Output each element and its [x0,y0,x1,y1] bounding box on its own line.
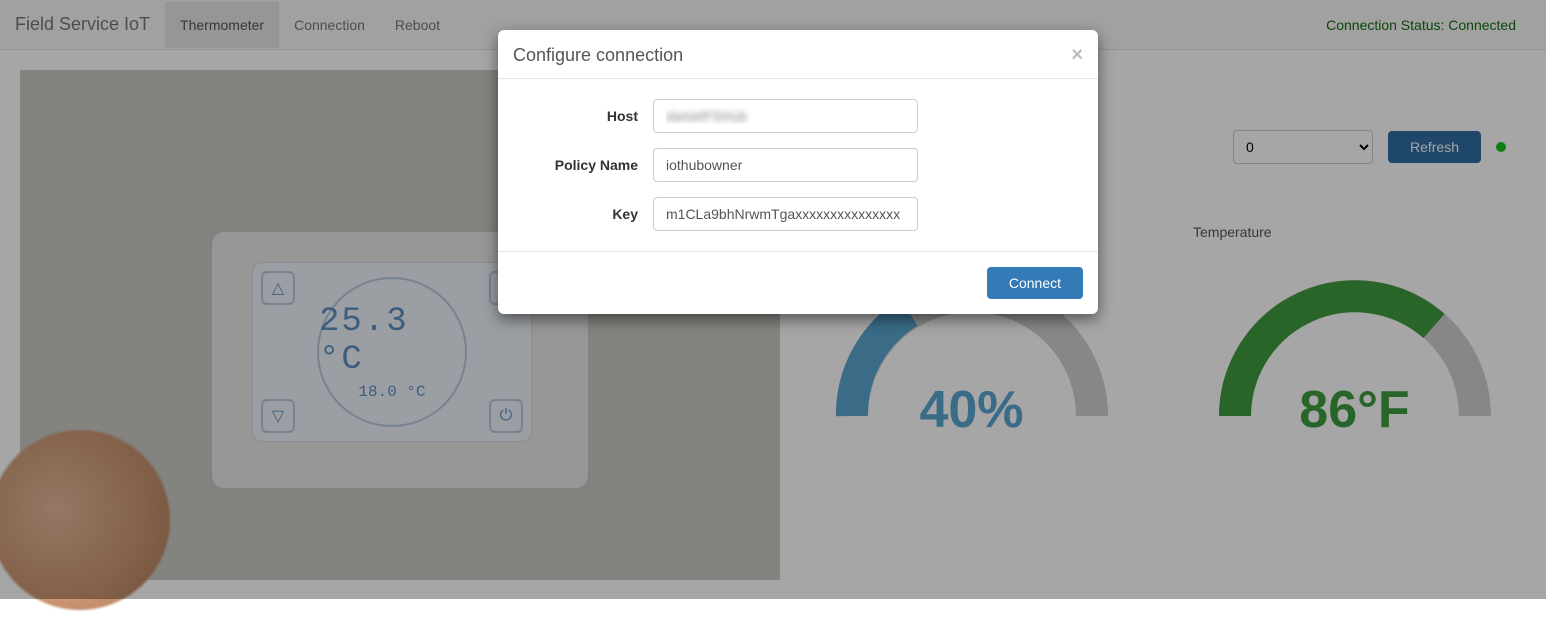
policy-name-label: Policy Name [513,157,653,173]
host-row: Host [513,99,1083,133]
key-row: Key [513,197,1083,231]
key-label: Key [513,206,653,222]
modal-header: Configure connection × [498,30,1098,79]
policy-name-input[interactable] [653,148,918,182]
policy-row: Policy Name [513,148,1083,182]
host-label: Host [513,108,653,124]
key-input[interactable] [653,197,918,231]
modal-title: Configure connection [513,45,1071,66]
modal-body: Host Policy Name Key [498,79,1098,252]
close-icon[interactable]: × [1071,45,1083,65]
modal-footer: Connect [498,252,1098,314]
host-input[interactable] [653,99,918,133]
configure-connection-modal: Configure connection × Host Policy Name … [498,30,1098,314]
connect-button[interactable]: Connect [987,267,1083,299]
